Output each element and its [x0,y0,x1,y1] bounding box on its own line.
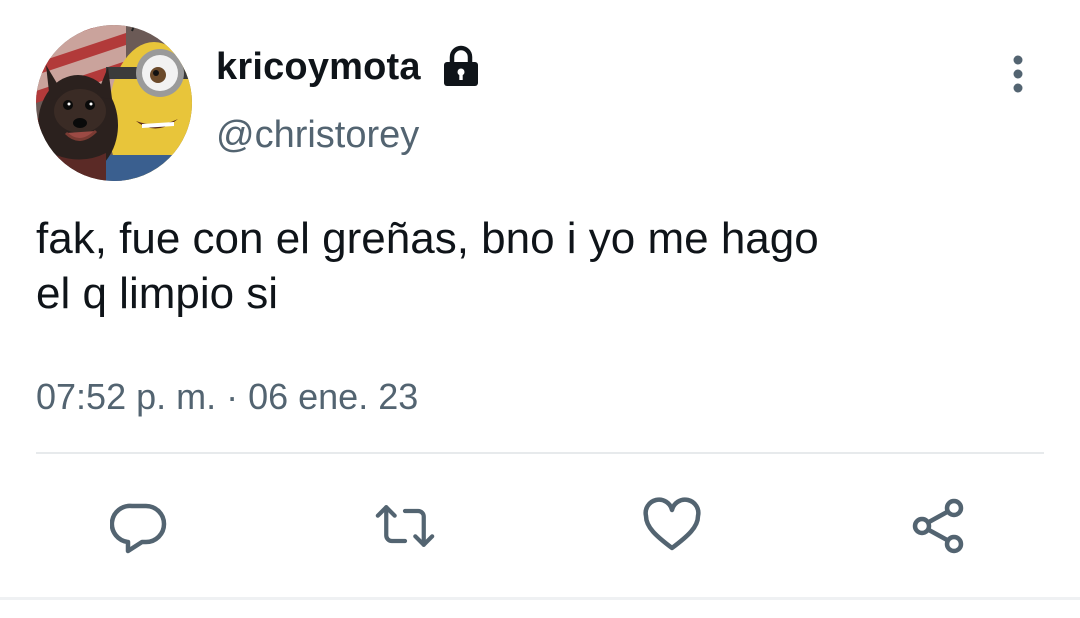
tweet-card: kricoymota @christorey fak, fue con el g… [0,0,1080,618]
more-options-button[interactable] [996,52,1040,96]
tweet-text-line: fak, fue con el greñas, bno i yo me hago [36,214,819,263]
retweet-button[interactable] [375,496,435,556]
tweet-timestamp[interactable]: 07:52 p. m. · 06 ene. 23 [36,374,418,420]
divider [36,452,1044,454]
lock-icon [441,45,481,89]
retweet-icon [375,505,435,547]
display-name-row: kricoymota [216,44,481,90]
share-icon [912,498,964,554]
heart-icon [643,497,701,551]
tweet-text-line: el q limpio si [36,269,279,318]
reply-bubble-icon [110,503,167,554]
bottom-divider [0,597,1080,600]
share-button[interactable] [908,496,968,556]
reply-button[interactable] [110,496,170,556]
display-name[interactable]: kricoymota [216,44,421,90]
tweet-text: fak, fue con el greñas, bno i yo me hago… [36,211,1036,321]
avatar-image [36,25,192,181]
more-vertical-icon [1013,55,1023,93]
avatar[interactable] [36,25,192,181]
user-handle[interactable]: @christorey [216,112,419,158]
like-button[interactable] [642,496,702,556]
